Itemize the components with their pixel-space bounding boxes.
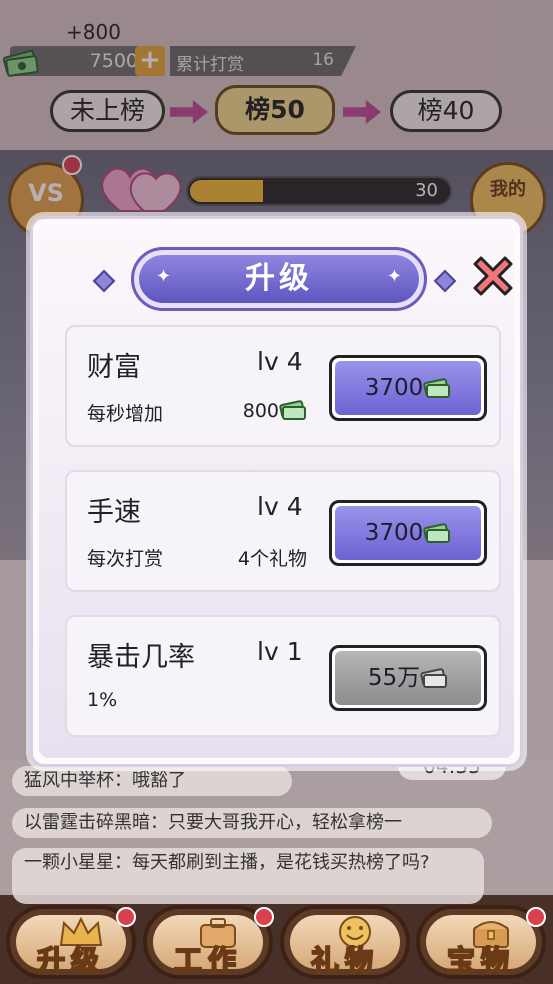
upgrade-level: lv 4: [257, 347, 303, 376]
notification-dot: [526, 907, 546, 927]
nav-label: 宝物: [446, 943, 515, 978]
diamond-ornament-icon: [433, 269, 457, 293]
sparkle-icon: ✦: [386, 266, 402, 287]
upgrade-card-speed: 手速 lv 4 每次打赏 4个礼物 3700: [65, 470, 501, 592]
dialog-title-banner: 升级 ✦ ✦: [131, 247, 427, 311]
diamond-ornament-icon: [92, 269, 116, 293]
upgrade-cost-wrap: 3700: [335, 361, 481, 415]
upgrade-buy-button[interactable]: 3700: [329, 355, 487, 421]
nav-button-face: 工作: [153, 915, 263, 978]
chat-message: 以雷霆击碎黑暗：只要大哥我开心，轻松拿榜一: [12, 808, 492, 838]
upgrade-card-wealth: 财富 lv 4 每秒增加 800 3700: [65, 325, 501, 447]
upgrade-cost-wrap: 3700: [335, 506, 481, 560]
upgrade-dialog: 升级 ✦ ✦ 财富 lv 4 每秒增加 800 3700 手速 lv 4 每次打…: [30, 216, 523, 767]
upgrade-level: lv 1: [257, 637, 303, 666]
nav-gift-button[interactable]: 礼物: [280, 905, 410, 979]
nav-button-face: 礼物: [290, 915, 400, 978]
upgrade-dialog-body: 升级 ✦ ✦ 财富 lv 4 每秒增加 800 3700 手速 lv 4 每次打…: [39, 225, 514, 758]
cash-icon: [279, 400, 306, 420]
sparkle-icon: ✦: [156, 266, 172, 287]
upgrade-level: lv 4: [257, 492, 303, 521]
upgrade-value: 4个礼物: [237, 548, 307, 570]
upgrade-card-crit: 暴击几率 lv 1 1% 55万: [65, 615, 501, 737]
notification-dot: [116, 907, 136, 927]
upgrade-name: 暴击几率: [87, 642, 195, 673]
upgrade-desc: 1%: [87, 689, 118, 711]
chat-message: 一颗小星星：每天都刷到主播，是花钱买热榜了吗?: [12, 848, 484, 904]
upgrade-cost-wrap: 55万: [335, 651, 481, 705]
upgrade-cost: 55万: [367, 665, 421, 691]
cash-icon: [420, 668, 448, 688]
nav-label: 升级: [36, 943, 105, 978]
chat-message: 猛风中举杯：哦豁了: [12, 766, 292, 796]
upgrade-desc: 每秒增加: [87, 403, 164, 425]
upgrade-value: 800: [242, 400, 279, 422]
upgrade-value-wrap: 800: [227, 399, 307, 422]
upgrade-name: 手速: [87, 497, 141, 528]
cash-icon: [423, 378, 451, 398]
upgrade-desc: 每次打赏: [87, 548, 164, 570]
dialog-title: 升级: [139, 255, 419, 303]
close-icon[interactable]: [467, 250, 519, 302]
nav-label: 工作: [173, 943, 242, 978]
notification-dot: [254, 907, 274, 927]
nav-button-face: 升级: [16, 915, 126, 978]
upgrade-cost: 3700: [364, 375, 424, 401]
upgrade-buy-button[interactable]: 3700: [329, 500, 487, 566]
upgrade-name: 财富: [87, 352, 141, 383]
upgrade-cost: 3700: [364, 520, 424, 546]
upgrade-buy-button[interactable]: 55万: [329, 645, 487, 711]
nav-button-face: 宝物: [426, 915, 536, 978]
cash-icon: [423, 523, 451, 543]
nav-label: 礼物: [310, 943, 379, 978]
